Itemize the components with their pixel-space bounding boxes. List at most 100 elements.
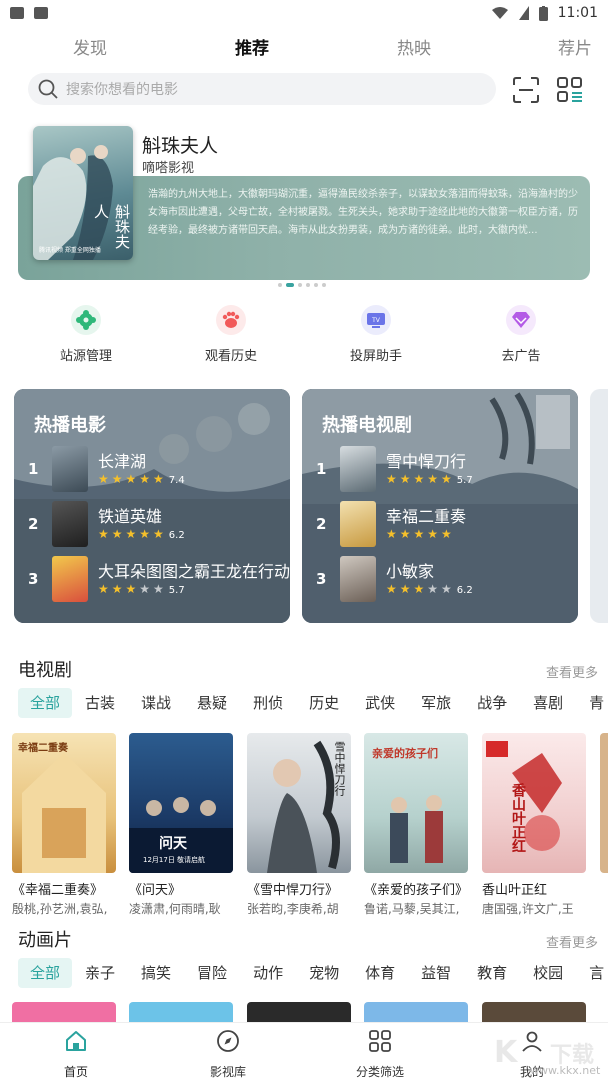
tv-card[interactable]: 亲爱的孩子们 《亲爱的孩子们》 鲁诺,马藜,吴其江, <box>364 733 468 917</box>
anim-category-tab[interactable]: 宠物 <box>296 958 352 988</box>
tv-category-tab[interactable]: 全部 <box>18 688 73 718</box>
status-bar: 11:01 <box>0 0 608 26</box>
scan-icon[interactable] <box>512 76 540 104</box>
next-card-peek[interactable] <box>590 389 608 623</box>
poster-subtext: 12月17日 敬请启航 <box>143 856 206 864</box>
tv-category-tabs: 全部 古装 谍战 悬疑 刑侦 历史 武侠 军旅 战争 喜剧 青 <box>18 688 608 718</box>
hot-tv-row[interactable]: 3 小敏家 ★★★★★ 6.2 <box>316 556 578 604</box>
watch-history-button[interactable]: 观看历史 <box>181 305 281 364</box>
tv-name: 小敏家 <box>386 562 435 581</box>
rank-number: 2 <box>316 515 327 533</box>
star-rating: ★★★★★ <box>386 527 455 541</box>
nav-home[interactable]: 首页 <box>36 1029 116 1080</box>
remove-ads-button[interactable]: 去广告 <box>471 305 571 364</box>
watermark-text: www.kkx.net <box>530 1064 601 1077</box>
tv-category-tab[interactable]: 谍战 <box>128 688 184 718</box>
rank-number: 1 <box>316 460 327 478</box>
tv-poster: 幸福二重奏 <box>12 733 116 873</box>
hot-tv-row[interactable]: 1 雪中悍刀行 ★★★★★ 5.7 <box>316 446 578 494</box>
tv-category-tab[interactable]: 青 <box>576 688 608 718</box>
tv-category-tab[interactable]: 悬疑 <box>184 688 240 718</box>
anim-category-tab[interactable]: 体育 <box>352 958 408 988</box>
cast-helper-button[interactable]: TV 投屏助手 <box>326 305 426 364</box>
category-grid-icon[interactable] <box>556 76 584 104</box>
anim-poster[interactable] <box>129 1002 233 1022</box>
anim-see-more-link[interactable]: 查看更多 <box>546 932 598 951</box>
hot-movie-row[interactable]: 2 铁道英雄 ★★★★★ 6.2 <box>28 501 290 549</box>
hot-movie-row[interactable]: 1 长津湖 ★★★★★ 7.4 <box>28 446 290 494</box>
tv-category-tab[interactable]: 战争 <box>464 688 520 718</box>
tv-category-tab[interactable]: 武侠 <box>352 688 408 718</box>
tv-name: 雪中悍刀行 <box>386 452 467 471</box>
anim-poster[interactable] <box>12 1002 116 1022</box>
nav-filter[interactable]: 分类筛选 <box>340 1029 420 1080</box>
anim-poster[interactable] <box>247 1002 351 1022</box>
anim-category-tab[interactable]: 全部 <box>18 958 73 988</box>
anim-category-tab[interactable]: 动作 <box>240 958 296 988</box>
score: 6.2 <box>456 585 473 596</box>
tv-title: 《亲爱的孩子们》 <box>364 883 468 898</box>
tv-category-tab[interactable]: 历史 <box>296 688 352 718</box>
nav-label: 分类筛选 <box>355 1065 404 1079</box>
banner-title[interactable]: 斛珠夫人 <box>142 131 218 158</box>
star-rating: ★★★★★ 5.7 <box>386 472 473 486</box>
anim-category-tab[interactable]: 搞笑 <box>128 958 184 988</box>
clock: 11:01 <box>557 5 598 21</box>
source-manage-button[interactable]: 站源管理 <box>36 305 136 364</box>
hot-movies-card[interactable]: 热播电影 1 长津湖 ★★★★★ 7.4 2 铁道英雄 ★★★★★ 6.2 3 大耳… <box>14 389 290 623</box>
tab-recommend[interactable]: 推荐 <box>235 34 269 59</box>
movie-name: 大耳朵图图之霸王龙在行动 <box>98 562 290 581</box>
banner-subtitle: 嘀嗒影视 <box>142 161 195 176</box>
tv-thumbnail <box>340 501 376 547</box>
anim-poster[interactable] <box>364 1002 468 1022</box>
tv-see-more-link[interactable]: 查看更多 <box>546 662 598 681</box>
tv-card[interactable]: 幸福二重奏 《幸福二重奏》 殷桃,孙艺洲,袁弘, <box>12 733 116 917</box>
tv-card[interactable]: 香山叶正红 香山叶正红 唐国强,许文广,王 <box>482 733 586 917</box>
rank-number: 3 <box>28 570 39 588</box>
hot-movie-row[interactable]: 3 大耳朵图图之霸王龙在行动 ★★★★★ 5.7 <box>28 556 290 604</box>
anim-category-tab[interactable]: 教育 <box>464 958 520 988</box>
tv-category-tab[interactable]: 刑侦 <box>240 688 296 718</box>
tv-poster: 香山叶正红 <box>482 733 586 873</box>
nav-label: 影视库 <box>209 1065 246 1079</box>
tv-poster: 雪中悍刀行 <box>247 733 351 873</box>
tv-thumbnail <box>340 446 376 492</box>
nav-library[interactable]: 影视库 <box>188 1029 268 1080</box>
tv-category-tab[interactable]: 喜剧 <box>520 688 576 718</box>
quick-action-label: 去广告 <box>501 349 541 364</box>
tv-category-tab[interactable]: 古装 <box>72 688 128 718</box>
tab-discover[interactable]: 发现 <box>73 34 107 59</box>
image-icon <box>10 7 24 19</box>
carousel-dot-active <box>286 283 294 287</box>
nav-label: 首页 <box>63 1065 88 1079</box>
banner-poster[interactable]: 斛珠夫人 腾讯视频 郑重全网独播 <box>33 126 133 260</box>
search-bar[interactable]: 搜索你想看的电影 <box>28 73 496 105</box>
tv-category-tab[interactable]: 军旅 <box>408 688 464 718</box>
star-rating: ★★★★★ 6.2 <box>98 527 185 541</box>
anim-poster[interactable] <box>482 1002 586 1022</box>
tab-picks[interactable]: 荐片 <box>558 34 592 59</box>
anim-category-tab[interactable]: 校园 <box>520 958 576 988</box>
movie-thumbnail <box>52 556 88 602</box>
anim-category-tab[interactable]: 亲子 <box>72 958 128 988</box>
anim-section-title: 动画片 <box>18 930 72 951</box>
movie-name: 铁道英雄 <box>98 507 163 526</box>
quick-action-label: 观看历史 <box>204 349 257 364</box>
anim-category-tab[interactable]: 冒险 <box>184 958 240 988</box>
tv-card[interactable]: 问天 12月17日 敬请启航 《问天》 凌潇肃,何雨晴,耿 <box>129 733 233 917</box>
carousel-dot <box>278 283 282 287</box>
anim-category-tab[interactable]: 言 <box>576 958 608 988</box>
tab-hot[interactable]: 热映 <box>397 34 431 59</box>
tv-cast: 凌潇肃,何雨晴,耿 <box>129 902 221 916</box>
hot-tv-card[interactable]: 热播电视剧 1 雪中悍刀行 ★★★★★ 5.7 2 幸福二重奏 ★★★★★ 3 小… <box>302 389 578 623</box>
tv-poster: 问天 12月17日 敬请启航 <box>129 733 233 873</box>
poster-text: 幸福二重奏 <box>18 743 68 754</box>
tv-icon: TV <box>361 305 391 335</box>
score: 7.4 <box>168 475 185 486</box>
anim-category-tab[interactable]: 益智 <box>408 958 464 988</box>
hot-tv-row[interactable]: 2 幸福二重奏 ★★★★★ <box>316 501 578 549</box>
gear-icon <box>71 305 101 335</box>
grid-icon <box>369 1030 391 1052</box>
star-rating: ★★★★★ 6.2 <box>386 582 473 596</box>
tv-card[interactable]: 雪中悍刀行 《雪中悍刀行》 张若昀,李庚希,胡 <box>247 733 351 917</box>
